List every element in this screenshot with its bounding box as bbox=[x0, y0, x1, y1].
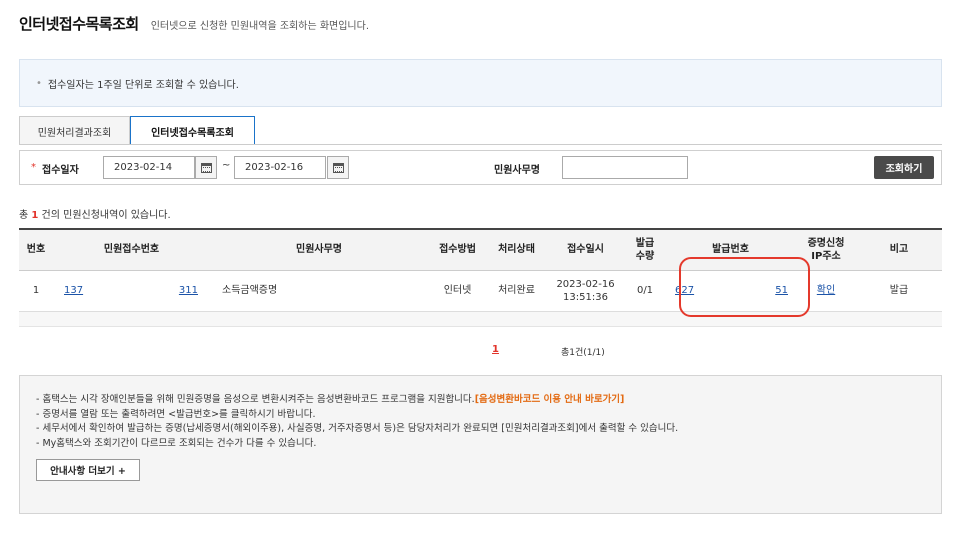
info-line-4: - My홈택스와 조회기간이 다르므로 조회되는 건수가 다를 수 있습니다. bbox=[36, 437, 317, 449]
service-name-input[interactable] bbox=[562, 156, 688, 179]
cell-method: 인터넷 bbox=[428, 270, 487, 312]
receipt-no-link-end[interactable]: 311 bbox=[179, 284, 198, 297]
date-label: 접수일자 bbox=[42, 165, 79, 176]
cell-receipt-date: 2023-02-16 13:51:36 bbox=[546, 270, 625, 312]
calendar-icon bbox=[200, 162, 212, 173]
calendar-icon bbox=[332, 162, 344, 173]
result-count-line: 총 1 건의 민원신청내역이 있습니다. bbox=[19, 206, 171, 221]
result-prefix: 총 bbox=[19, 210, 29, 221]
search-bar: * 접수일자 2023-02-14 ~ 2023-02-16 민원사무명 조회하… bbox=[19, 150, 942, 185]
cell-no: 1 bbox=[19, 270, 53, 312]
tab-divider bbox=[19, 144, 942, 145]
page-title: 인터넷접수목록조회 bbox=[19, 15, 139, 33]
page-total: 총1건(1/1) bbox=[561, 348, 605, 358]
col-header-no: 번호 bbox=[19, 228, 53, 271]
cell-status: 처리완료 bbox=[487, 270, 546, 312]
ip-confirm-link[interactable]: 확인 bbox=[817, 285, 835, 296]
cell-quantity: 0/1 bbox=[625, 270, 665, 312]
date-from-calendar-button[interactable] bbox=[195, 156, 217, 179]
service-name-label: 민원사무명 bbox=[494, 165, 540, 176]
date-from-input[interactable]: 2023-02-14 bbox=[103, 156, 195, 179]
date-range-separator: ~ bbox=[222, 160, 231, 171]
col-header-service-name: 민원사무명 bbox=[210, 228, 428, 271]
voice-barcode-link[interactable]: [음성변환바코드 이용 안내 바로가기] bbox=[475, 394, 625, 405]
cell-note: 발급 bbox=[856, 270, 942, 312]
cell-service-name: 소득금액증명 bbox=[210, 270, 428, 312]
col-header-status: 처리상태 bbox=[487, 228, 546, 271]
info-line-1: - 홈택스는 시각 장애인분들을 위해 민원증명을 음성으로 변환시켜주는 음성… bbox=[36, 394, 625, 405]
tab-bar: 민원처리결과조회 인터넷접수목록조회 bbox=[19, 116, 255, 145]
required-mark: * bbox=[31, 162, 36, 173]
issue-no-highlight-annotation bbox=[679, 257, 810, 317]
cell-receipt-no[interactable]: 137 311 bbox=[53, 270, 210, 312]
result-suffix: 건의 민원신청내역이 있습니다. bbox=[41, 210, 171, 221]
page-header: 인터넷접수목록조회 인터넷으로 신청한 민원내역을 조회하는 화면입니다. bbox=[19, 13, 369, 34]
search-button[interactable]: 조회하기 bbox=[874, 156, 934, 179]
tab-result-inquiry[interactable]: 민원처리결과조회 bbox=[19, 116, 130, 145]
tab-internet-receipt-list[interactable]: 인터넷접수목록조회 bbox=[130, 116, 255, 145]
pagination: 1 총1건(1/1) bbox=[0, 344, 966, 360]
receipt-no-link[interactable]: 137 bbox=[64, 284, 83, 297]
date-to-calendar-button[interactable] bbox=[327, 156, 349, 179]
notice-box: • 접수일자는 1주일 단위로 조회할 수 있습니다. bbox=[19, 59, 942, 107]
notice-bullet: • bbox=[36, 77, 42, 89]
info-line-3: - 세무서에서 확인하여 발급하는 증명(납세증명서(해외이주용), 사실증명,… bbox=[36, 423, 679, 434]
result-count: 1 bbox=[31, 210, 39, 221]
more-info-button[interactable]: 안내사항 더보기 + bbox=[36, 459, 140, 481]
page-description: 인터넷으로 신청한 민원내역을 조회하는 화면입니다. bbox=[150, 21, 369, 32]
col-header-quantity: 발급 수량 bbox=[625, 228, 665, 271]
col-header-note: 비고 bbox=[856, 228, 942, 271]
col-header-receipt-no: 민원접수번호 bbox=[53, 228, 210, 271]
info-line-2: - 증명서를 열람 또는 출력하려면 <발급번호>를 클릭하시기 바랍니다. bbox=[36, 408, 316, 420]
info-box: - 홈택스는 시각 장애인분들을 위해 민원증명을 음성으로 변환시켜주는 음성… bbox=[19, 375, 942, 514]
date-to-input[interactable]: 2023-02-16 bbox=[234, 156, 326, 179]
col-header-receipt-date: 접수일시 bbox=[546, 228, 625, 271]
notice-text: 접수일자는 1주일 단위로 조회할 수 있습니다. bbox=[47, 79, 239, 91]
page-number-current[interactable]: 1 bbox=[492, 344, 499, 355]
col-header-method: 접수방법 bbox=[428, 228, 487, 271]
